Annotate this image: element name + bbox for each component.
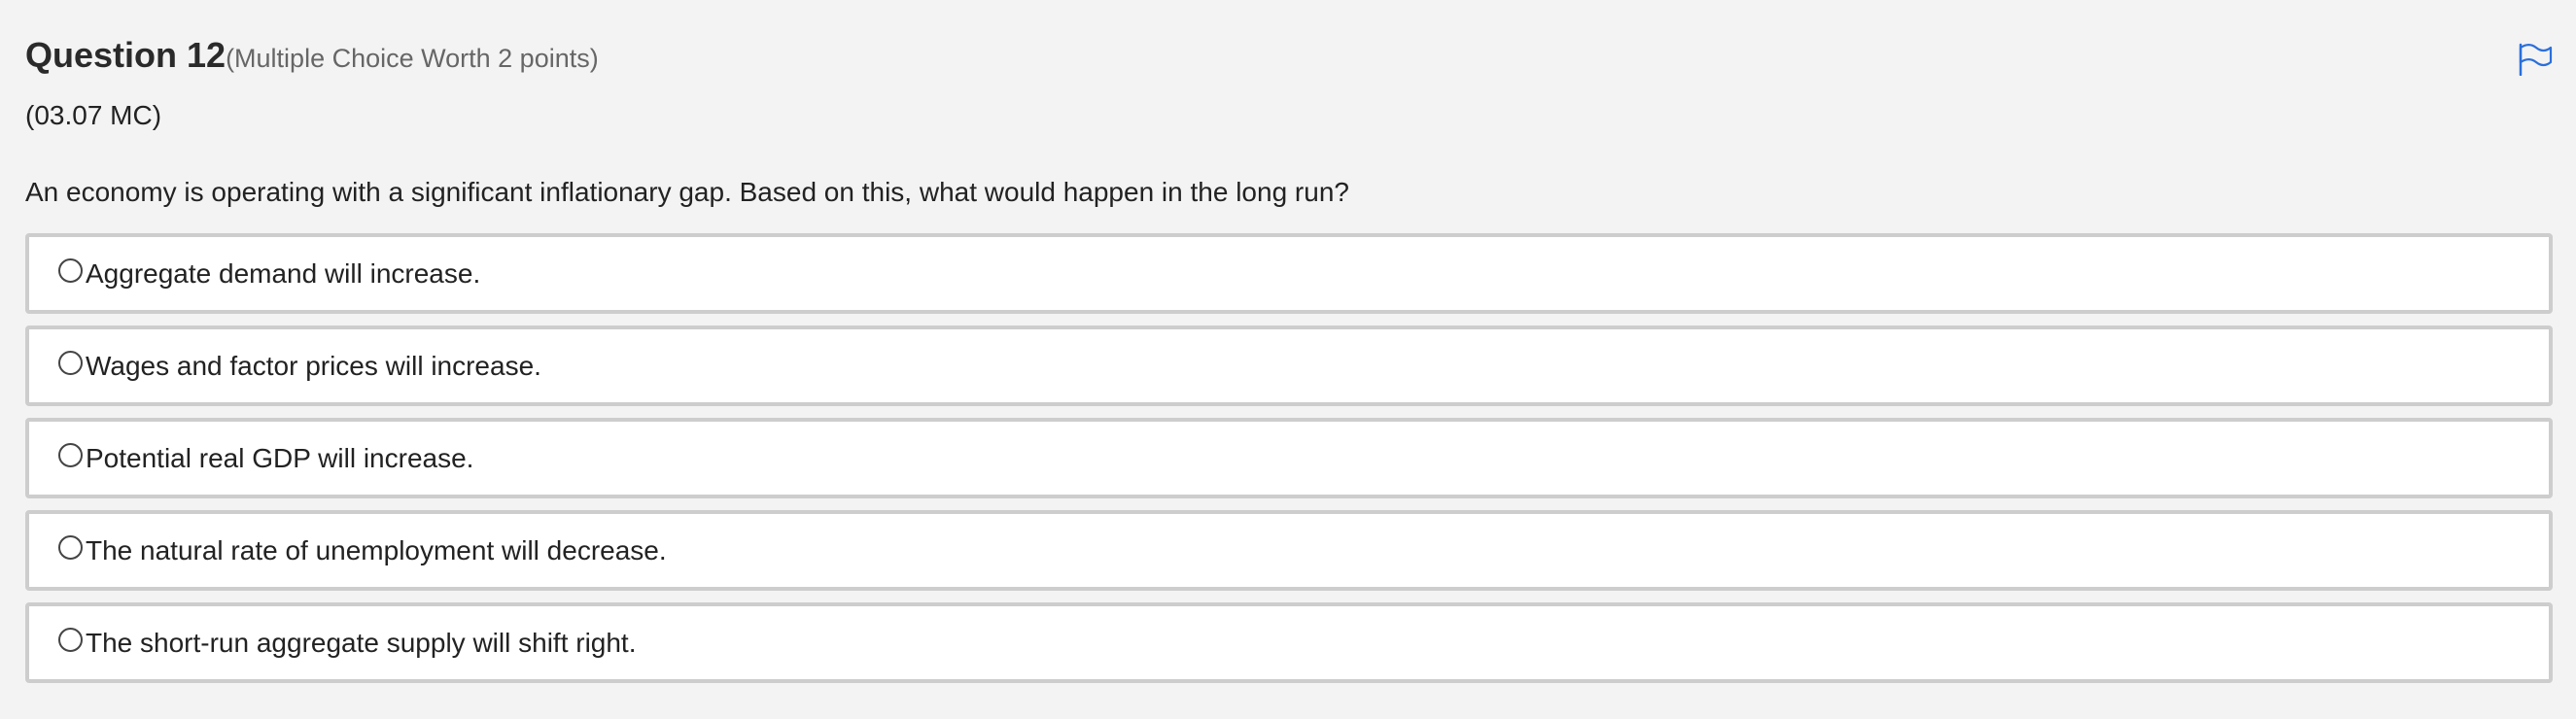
answer-option[interactable]: Potential real GDP will increase. [25, 418, 2553, 498]
answer-option[interactable]: Wages and factor prices will increase. [25, 325, 2553, 406]
radio-button[interactable] [58, 535, 83, 560]
answer-option[interactable]: The natural rate of unemployment will de… [25, 510, 2553, 591]
answer-option-label: Aggregate demand will increase. [86, 257, 481, 289]
question-worth: (Multiple Choice Worth 2 points) [226, 44, 599, 73]
question-header: Question 12 (Multiple Choice Worth 2 poi… [25, 35, 599, 76]
answer-option-label: The short-run aggregate supply will shif… [86, 627, 637, 658]
answer-option-label: Wages and factor prices will increase. [86, 350, 541, 381]
flag-icon [2519, 43, 2553, 76]
radio-button[interactable] [58, 351, 83, 375]
radio-button[interactable] [58, 258, 83, 283]
question-code: (03.07 MC) [25, 100, 162, 130]
answer-options: Aggregate demand will increase. Wages an… [25, 233, 2553, 695]
question-title: Question 12 [25, 35, 226, 75]
answer-option-label: Potential real GDP will increase. [86, 442, 474, 473]
flag-question-button[interactable] [2518, 43, 2553, 76]
answer-option[interactable]: The short-run aggregate supply will shif… [25, 602, 2553, 683]
radio-button[interactable] [58, 628, 83, 652]
question-prompt: An economy is operating with a significa… [25, 177, 1349, 207]
answer-option-label: The natural rate of unemployment will de… [86, 534, 667, 565]
radio-button[interactable] [58, 443, 83, 467]
answer-option[interactable]: Aggregate demand will increase. [25, 233, 2553, 314]
